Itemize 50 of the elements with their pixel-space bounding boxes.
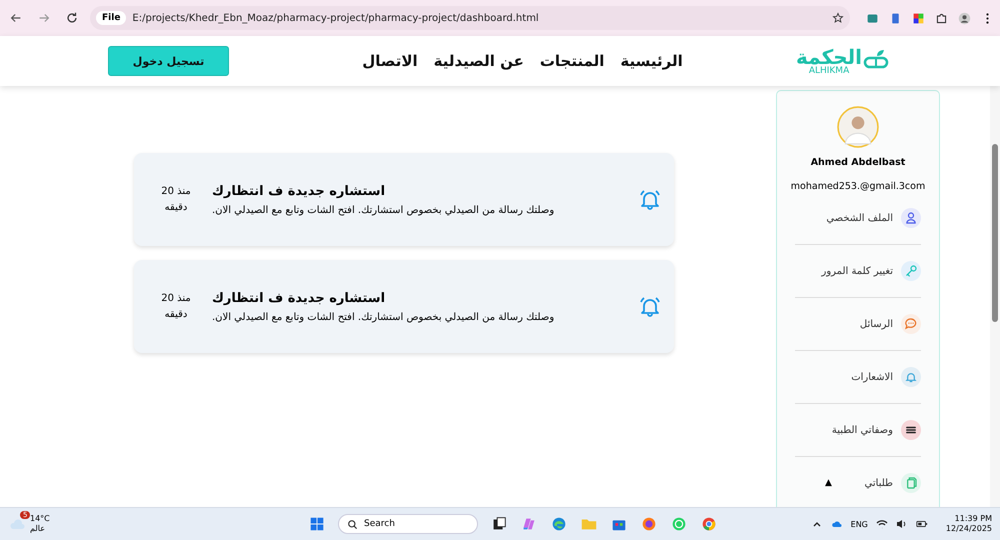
battery-icon[interactable] [916, 518, 928, 530]
clock-date[interactable]: 12/24/2025 [946, 524, 992, 534]
notification-time: منذ 20 دقيقه [160, 292, 192, 322]
bell-icon [638, 294, 662, 318]
nav-link[interactable]: الرئيسية [620, 52, 683, 70]
weather-location: عالم [30, 524, 46, 534]
url-text: E:/projects/Khedr_Ebn_Moaz/pharmacy-project/pharmacy-project/dashboard.html [132, 12, 540, 24]
browser-icon[interactable] [550, 515, 568, 533]
temperature: 14°C [30, 514, 50, 524]
sidebar-item[interactable]: ▲ طلباتي [795, 457, 921, 507]
nav-link[interactable]: المنتجات [540, 52, 604, 70]
start-icon[interactable] [308, 515, 326, 533]
language-indicator[interactable]: ENG [850, 520, 868, 528]
logo-subtitle: ALHIKMA [808, 66, 850, 76]
notification-title: استشاره جديدة ف انتظارك [212, 290, 386, 306]
nav-link[interactable]: عن الصيدلية [434, 52, 524, 70]
sidebar-item[interactable]: وصفاتي الطبية [795, 404, 921, 457]
notification-message: وصلتك رسالة من الصيدلي بخصوص استشارتك. افتح الشات وتابع مع الصيدلي الان. [212, 312, 554, 322]
search-placeholder: Search [364, 519, 395, 529]
logo-text: الحكمة [796, 46, 862, 66]
address-bar[interactable]: File E:/projects/Khedr_Ebn_Moaz/pharmacy-project/pharmacy-project/dashboard.html [90, 6, 850, 30]
profile-name: Ahmed Abdelbast [810, 157, 906, 168]
nav-link[interactable]: الاتصال [362, 52, 418, 70]
color-picker-icon[interactable] [912, 12, 925, 24]
extension-icon[interactable] [866, 12, 879, 24]
notification-time: منذ 20 دقيقه [160, 184, 192, 214]
volume-icon[interactable] [896, 518, 908, 530]
caret-icon: ▲ [825, 478, 832, 488]
login-button[interactable]: تسجيل دخول [108, 46, 229, 76]
star-icon[interactable] [832, 12, 844, 24]
firefox-icon[interactable] [640, 515, 658, 533]
sidebar-item[interactable]: تغيير كلمة المرور [795, 245, 921, 298]
profile-email: mohamed253.@gmail.3com [790, 181, 926, 192]
search-icon [347, 518, 358, 530]
back-icon[interactable] [9, 11, 23, 25]
sidebar-item[interactable]: الاشعارات [795, 351, 921, 404]
file-chip[interactable]: File [96, 11, 126, 25]
notification-title: استشاره جديدة ف انتظارك [212, 184, 386, 198]
sidebar-item[interactable]: الرسائل [795, 298, 921, 351]
notification-message: وصلتك رسالة من الصيدلي بخصوص استشارتك. افتح الشات وتابع مع الصيدلي الان. [212, 204, 554, 216]
chrome-icon[interactable] [700, 515, 718, 533]
bell-icon [638, 188, 662, 212]
clock-time[interactable]: 11:39 PM [954, 514, 992, 524]
search-field[interactable]: Search [338, 514, 478, 534]
avatar [837, 106, 879, 148]
sidebar-item[interactable]: الملف الشخصي [795, 192, 921, 245]
scrollbar[interactable] [990, 86, 1000, 507]
puzzle-icon[interactable] [935, 12, 948, 24]
avatar-icon[interactable] [958, 12, 971, 24]
reload-icon[interactable] [65, 11, 79, 25]
